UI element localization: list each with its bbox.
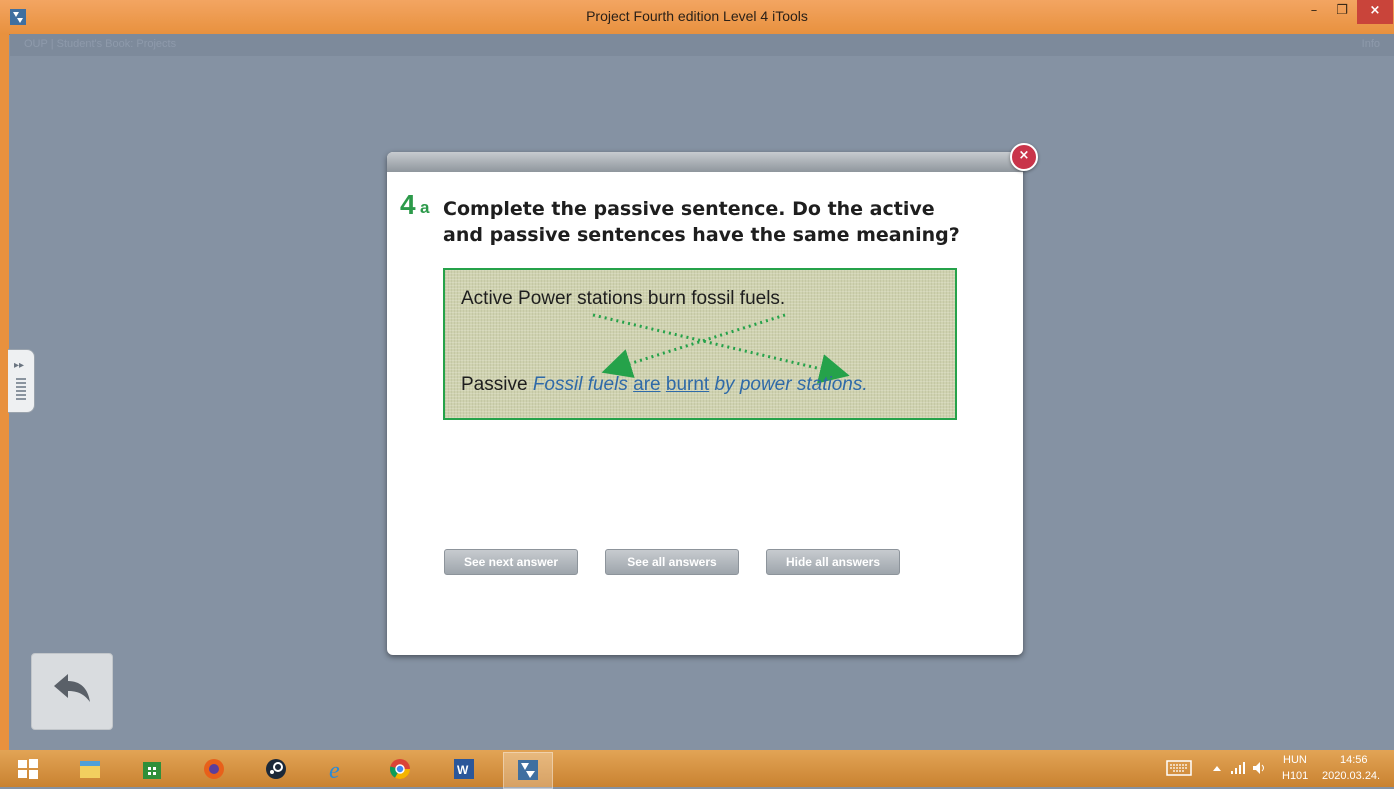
steam-icon [266, 759, 286, 779]
svg-text:e: e [329, 758, 340, 781]
dialog-header [387, 152, 1023, 172]
volume-icon[interactable] [1252, 761, 1266, 775]
taskbar-firefox[interactable] [190, 752, 238, 787]
taskbar-internet-explorer[interactable]: e [314, 752, 362, 787]
passive-text-end: by power stations. [714, 374, 868, 395]
taskbar-steam[interactable] [252, 752, 300, 787]
svg-text:W: W [457, 763, 469, 777]
back-button[interactable] [31, 653, 113, 730]
taskbar-file-explorer[interactable] [66, 752, 114, 787]
taskbar-itools[interactable] [503, 752, 553, 789]
start-button[interactable] [4, 752, 52, 787]
window-title: Project Fourth edition Level 4 iTools [586, 8, 808, 24]
hide-all-answers-button[interactable]: Hide all answers [766, 549, 900, 575]
exercise-dialog: × 4 a Complete the passive sentence. Do … [387, 143, 1038, 655]
minimize-button[interactable]: – [1300, 0, 1328, 24]
keyboard-icon[interactable] [1166, 760, 1192, 776]
grip-icon [16, 378, 26, 400]
network-signal-icon[interactable] [1230, 761, 1246, 775]
question-letter: a [420, 198, 430, 217]
chrome-icon [389, 759, 410, 779]
back-arrow-icon [54, 674, 90, 702]
itools-icon [518, 760, 538, 780]
clock-date[interactable]: 2020.03.24. [1322, 770, 1380, 782]
passive-sentence: Passive Fossil fuels are burnt by power … [461, 374, 868, 396]
answer-gap-2[interactable]: burnt [666, 374, 709, 395]
close-window-button[interactable]: × [1357, 0, 1393, 24]
passive-label: Passive [461, 374, 528, 395]
expand-arrows-icon: ▸▸ [14, 360, 25, 371]
clock-time[interactable]: 14:56 [1340, 754, 1368, 766]
info-link[interactable]: Info [1362, 38, 1380, 50]
breadcrumb-path[interactable]: OUP | Student's Book: Projects [24, 38, 176, 50]
question-line-1: Complete the passive sentence. Do the ac… [443, 198, 935, 220]
example-box: Active Power stations burn fossil fuels.… [443, 268, 957, 420]
word-icon: W [454, 759, 474, 779]
start-icon [18, 759, 38, 779]
taskbar-chrome[interactable] [376, 752, 424, 787]
see-all-answers-button[interactable]: See all answers [605, 549, 739, 575]
breadcrumb: OUP | Student's Book: Projects Info [10, 34, 1394, 56]
internet-explorer-icon: e [329, 758, 340, 781]
restore-button[interactable]: ❐ [1328, 0, 1356, 24]
question-text: Complete the passive sentence. Do the ac… [443, 196, 963, 248]
keyboard-layout[interactable]: H101 [1282, 770, 1308, 782]
question-line-2: and passive sentences have the same mean… [443, 224, 960, 246]
question-number: 4 [400, 189, 416, 220]
taskbar-word[interactable]: W [440, 752, 488, 787]
file-explorer-icon [80, 761, 100, 778]
show-hidden-icons-icon[interactable] [1212, 764, 1222, 772]
see-next-answer-button[interactable]: See next answer [444, 549, 578, 575]
store-icon [143, 762, 161, 779]
passive-text-start: Fossil fuels [532, 374, 628, 395]
side-panel-handle[interactable]: ▸▸ [8, 349, 35, 413]
dialog-close-icon[interactable]: × [1010, 143, 1038, 171]
title-bar: Project Fourth edition Level 4 iTools – … [0, 0, 1394, 35]
active-label: Active [461, 288, 513, 309]
active-text: Power stations burn fossil fuels. [518, 288, 786, 309]
taskbar: e W HUN H101 14:56 2020.03.24. [0, 750, 1394, 789]
active-sentence: Active Power stations burn fossil fuels. [461, 288, 785, 310]
taskbar-store[interactable] [128, 752, 176, 787]
firefox-icon [204, 759, 224, 779]
answer-gap-1[interactable]: are [633, 374, 660, 395]
language-indicator[interactable]: HUN [1283, 754, 1307, 766]
